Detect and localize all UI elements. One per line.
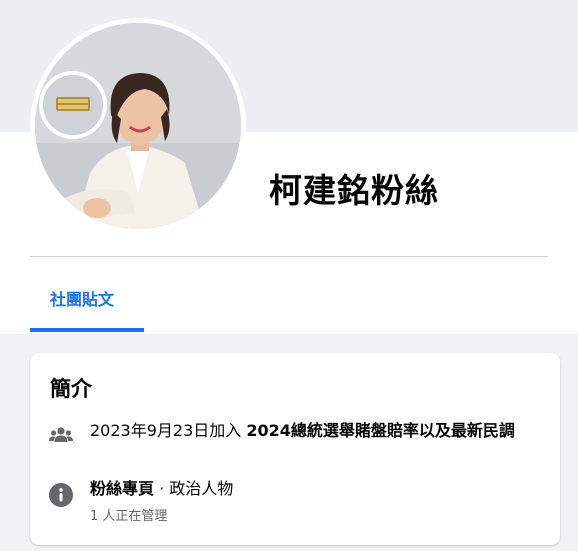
people-icon — [49, 423, 73, 447]
linked-group-name[interactable]: 2024總統選舉賭盤賠率以及最新民調 — [246, 421, 515, 440]
page-kind: 粉絲專頁 — [90, 479, 155, 498]
about-heading: 簡介 — [50, 377, 92, 401]
header-divider — [30, 256, 548, 257]
category-separator: · — [154, 479, 170, 498]
admins-count: 1 人正在管理 — [90, 509, 168, 524]
joined-date: 2023年9月23日加入 — [90, 421, 242, 440]
page-category: 政治人物 — [169, 479, 234, 498]
page-title: 柯建銘粉絲 — [269, 171, 439, 210]
tab-label: 社團貼文 — [50, 290, 115, 309]
about-card: 簡介 2023年9月23日加入 2024總統選舉賭盤賠率以及最新民調 粉絲專頁 … — [30, 353, 560, 545]
tab-group-posts[interactable]: 社團貼文 — [30, 272, 144, 334]
page-category-line: 粉絲專頁 · 政治人物 — [90, 477, 233, 500]
profile-badge-image — [43, 75, 103, 135]
active-tab-indicator — [30, 328, 144, 332]
info-icon — [49, 483, 73, 507]
group-joined-info: 2023年9月23日加入 2024總統選舉賭盤賠率以及最新民調 — [90, 419, 540, 442]
